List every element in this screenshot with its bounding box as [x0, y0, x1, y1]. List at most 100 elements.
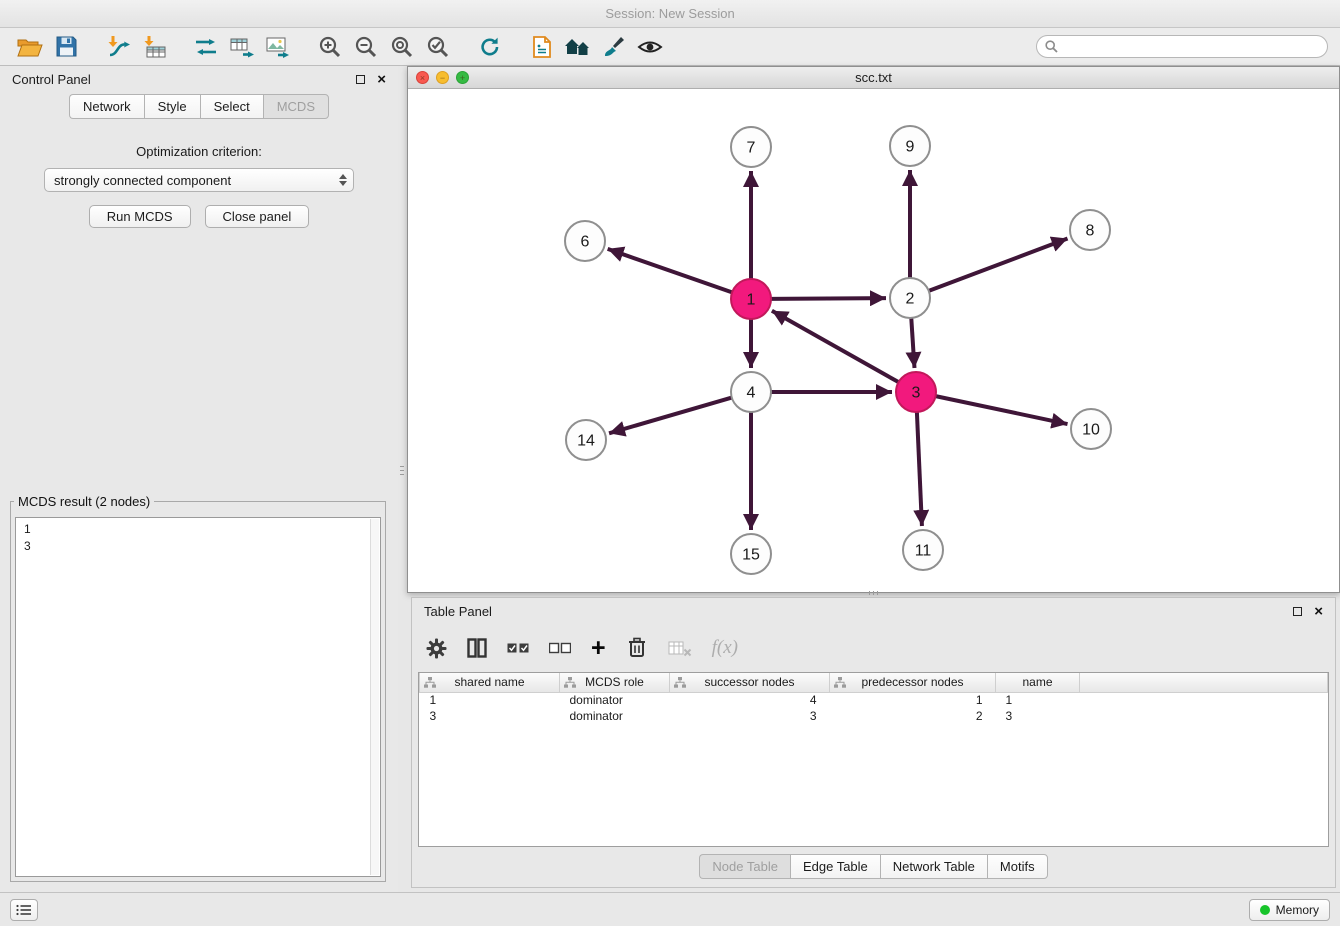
swap-arrows-icon [193, 36, 219, 58]
tab-network-table[interactable]: Network Table [880, 854, 987, 879]
search-field[interactable] [1036, 35, 1328, 58]
horizontal-splitter-handle[interactable] [858, 589, 888, 597]
column-header-mcds-role[interactable]: MCDS role [560, 673, 670, 692]
cell-successor-nodes[interactable]: 3 [670, 708, 830, 724]
column-header-name[interactable]: name [996, 673, 1080, 692]
node-8[interactable]: 8 [1070, 210, 1110, 250]
tab-motifs[interactable]: Motifs [987, 854, 1048, 879]
cell-predecessor-nodes[interactable]: 1 [830, 692, 996, 708]
minimize-window-button[interactable]: − [436, 71, 449, 84]
mcds-result-title: MCDS result (2 nodes) [14, 494, 154, 509]
float-panel-icon[interactable] [356, 75, 365, 84]
home-layout-button[interactable] [560, 31, 596, 63]
cell-shared-name[interactable]: 3 [420, 708, 560, 724]
show-columns-button[interactable] [467, 638, 487, 658]
cell-shared-name[interactable]: 1 [420, 692, 560, 708]
cell-mcds-role[interactable]: dominator [560, 708, 670, 724]
dropdown-value: strongly connected component [54, 173, 231, 188]
tab-style[interactable]: Style [144, 94, 200, 119]
tab-mcds[interactable]: MCDS [263, 94, 329, 119]
edge-2-3[interactable] [911, 318, 914, 368]
node-3[interactable]: 3 [896, 372, 936, 412]
node-2[interactable]: 2 [890, 278, 930, 318]
cell-mcds-role[interactable]: dominator [560, 692, 670, 708]
export-image-icon [265, 35, 291, 59]
tab-node-table[interactable]: Node Table [699, 854, 790, 879]
column-header-successor-nodes[interactable]: successor nodes [670, 673, 830, 692]
memory-button[interactable]: Memory [1249, 899, 1330, 921]
table-toolbar: + f(x) [412, 624, 1335, 670]
table-row[interactable]: 3dominator323 [420, 708, 1328, 724]
float-table-panel-icon[interactable] [1293, 607, 1302, 616]
node-15[interactable]: 15 [731, 534, 771, 574]
table-row[interactable]: 1dominator411 [420, 692, 1328, 708]
deselect-all-rows-button[interactable] [549, 642, 571, 654]
node-11[interactable]: 11 [903, 530, 943, 570]
cell-predecessor-nodes[interactable]: 2 [830, 708, 996, 724]
edge-2-8[interactable] [929, 238, 1068, 290]
add-column-button[interactable]: + [591, 636, 606, 661]
export-image-button[interactable] [260, 31, 296, 63]
edge-3-10[interactable] [936, 396, 1068, 424]
node-7[interactable]: 7 [731, 127, 771, 167]
gear-icon [426, 638, 447, 659]
zoom-selected-button[interactable] [420, 31, 456, 63]
zoom-out-icon [354, 35, 378, 59]
edge-1-6[interactable] [608, 249, 732, 292]
close-panel-button[interactable]: Close panel [205, 205, 310, 228]
node-10[interactable]: 10 [1071, 409, 1111, 449]
search-input[interactable] [1063, 40, 1319, 54]
style-brush-button[interactable] [596, 31, 632, 63]
optimization-dropdown[interactable]: strongly connected component [44, 168, 354, 192]
cell-name[interactable]: 1 [996, 692, 1080, 708]
import-table-button[interactable] [136, 31, 172, 63]
tab-network[interactable]: Network [69, 94, 144, 119]
close-table-panel-icon[interactable]: × [1314, 604, 1323, 619]
node-1[interactable]: 1 [731, 279, 771, 319]
run-mcds-button[interactable]: Run MCDS [89, 205, 191, 228]
edge-3-11[interactable] [917, 412, 922, 526]
close-window-button[interactable]: × [416, 71, 429, 84]
cell-name[interactable]: 3 [996, 708, 1080, 724]
select-all-rows-button[interactable] [507, 642, 529, 654]
zoom-in-button[interactable] [312, 31, 348, 63]
document-icon [531, 35, 553, 59]
panel-menu-button[interactable] [10, 899, 38, 921]
column-header-shared-name[interactable]: shared name [420, 673, 560, 692]
node-4[interactable]: 4 [731, 372, 771, 412]
table-tabs: Node TableEdge TableNetwork TableMotifs [412, 854, 1335, 879]
svg-text:9: 9 [906, 139, 915, 156]
import-network-button[interactable] [100, 31, 136, 63]
tab-select[interactable]: Select [200, 94, 263, 119]
edge-3-1[interactable] [772, 311, 899, 382]
vertical-splitter-handle[interactable] [398, 455, 406, 485]
table-settings-button[interactable] [426, 638, 447, 659]
column-header-predecessor-nodes[interactable]: predecessor nodes [830, 673, 996, 692]
clipboard-document-button[interactable] [524, 31, 560, 63]
refresh-view-button[interactable] [472, 31, 508, 63]
clone-network-button[interactable] [188, 31, 224, 63]
zoom-out-button[interactable] [348, 31, 384, 63]
zoom-fit-button[interactable] [384, 31, 420, 63]
edge-1-2[interactable] [771, 298, 886, 299]
maximize-window-button[interactable]: + [456, 71, 469, 84]
edge-4-14[interactable] [609, 398, 732, 434]
node-6[interactable]: 6 [565, 221, 605, 261]
close-panel-icon[interactable]: × [377, 72, 386, 87]
column-header-filler [1080, 673, 1328, 692]
svg-text:4: 4 [747, 385, 756, 402]
delete-column-button[interactable] [626, 637, 648, 659]
node-9[interactable]: 9 [890, 126, 930, 166]
hierarchy-icon [564, 677, 576, 688]
control-panel-tabs: NetworkStyleSelectMCDS [0, 94, 398, 119]
tab-edge-table[interactable]: Edge Table [790, 854, 880, 879]
mcds-result-area[interactable]: 1 3 [15, 517, 381, 877]
cell-successor-nodes[interactable]: 4 [670, 692, 830, 708]
node-14[interactable]: 14 [566, 420, 606, 460]
export-table-button[interactable] [224, 31, 260, 63]
show-graphics-button[interactable] [632, 31, 668, 63]
open-session-button[interactable] [12, 31, 48, 63]
result-scrollbar[interactable] [370, 519, 379, 875]
network-graph[interactable]: 7 9 6 8 1 2 4 3 14 10 15 11 [408, 89, 1339, 592]
save-session-button[interactable] [48, 31, 84, 63]
